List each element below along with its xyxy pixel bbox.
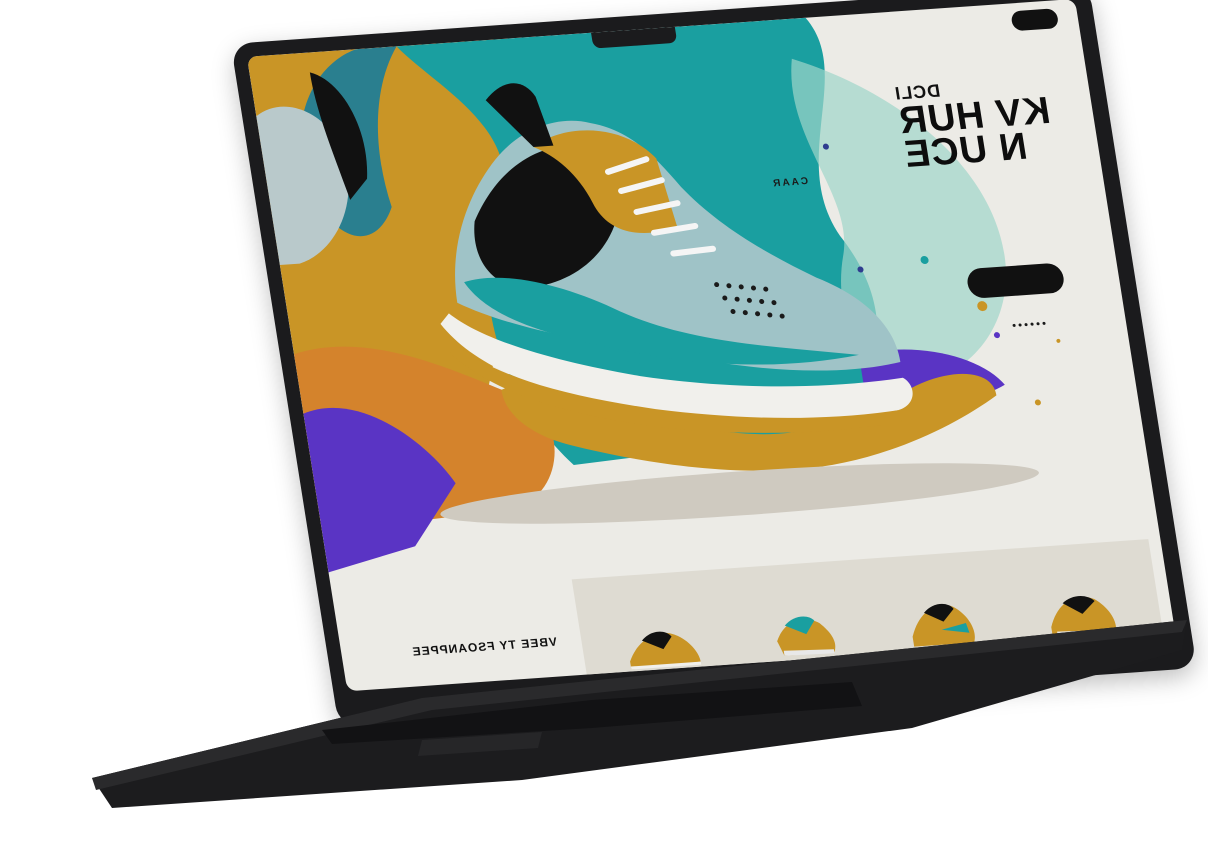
website-screen: DCLI KV HUR N UCE CAAR VBEE TY FSOANPPEE <box>246 0 1176 692</box>
carousel-dot[interactable] <box>1030 322 1034 326</box>
hero-headline-block: DCLI KV HUR N UCE <box>893 73 1058 176</box>
nav-cta-button[interactable] <box>1010 8 1060 32</box>
hero-headline: KV HUR N UCE <box>895 90 1054 176</box>
scene: DCLI KV HUR N UCE CAAR VBEE TY FSOANPPEE <box>0 0 1208 847</box>
carousel-dot[interactable] <box>1036 322 1040 326</box>
carousel-dot[interactable] <box>1042 321 1046 325</box>
carousel-dot[interactable] <box>1018 323 1022 327</box>
laptop-base <box>92 620 1187 808</box>
carousel-dot[interactable] <box>1024 322 1028 327</box>
hero-body-copy <box>908 206 1066 271</box>
carousel-dot[interactable] <box>1012 323 1016 328</box>
